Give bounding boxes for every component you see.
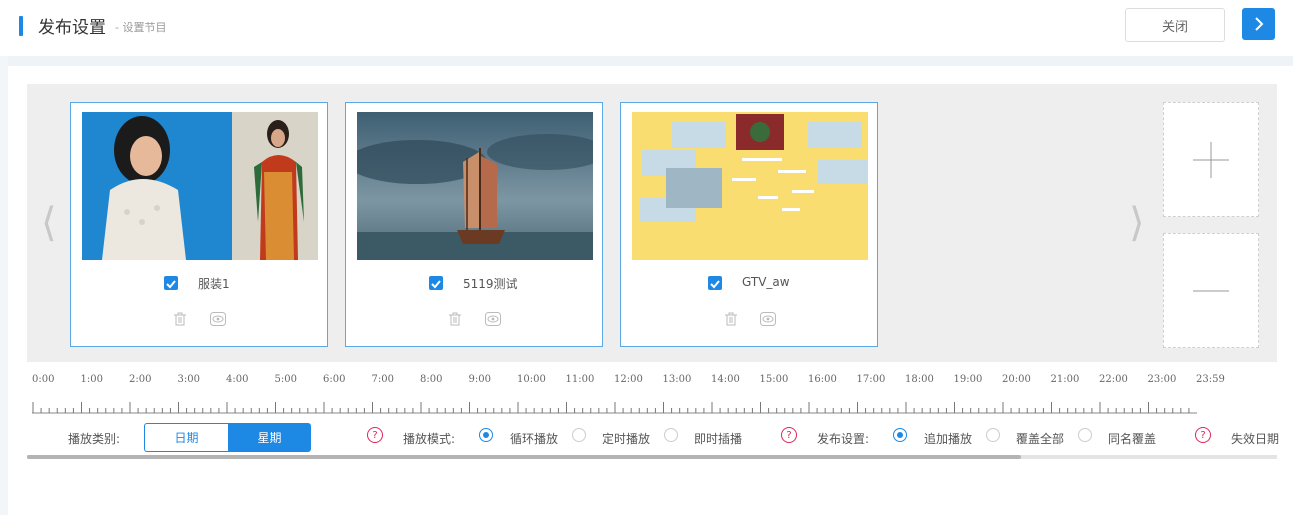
minus-icon <box>1193 290 1229 291</box>
remove-program-button[interactable] <box>1163 233 1259 348</box>
preview-icon[interactable] <box>760 311 776 330</box>
horizontal-scrollbar[interactable] <box>27 455 1277 459</box>
program-name: 5119测试 <box>463 277 518 291</box>
help-icon[interactable]: ? <box>781 427 797 443</box>
time-tick-label: 20:00 <box>1002 374 1031 385</box>
program-thumbnail <box>82 112 318 260</box>
radio-overwrite-same-name[interactable] <box>1078 428 1092 442</box>
program-gallery: ⟨ ⟩ 服装1 5119测试 GTV_aw <box>27 84 1277 362</box>
time-tick-label: 2:00 <box>129 374 152 385</box>
radio-loop-play[interactable] <box>479 428 493 442</box>
radio-overwrite-all[interactable] <box>986 428 1000 442</box>
program-checkbox[interactable] <box>164 276 178 290</box>
time-tick-label: 13:00 <box>662 374 692 385</box>
help-icon[interactable]: ? <box>1195 427 1211 443</box>
close-button[interactable]: 关闭 <box>1125 8 1225 42</box>
option-loop-play[interactable]: 循环播放 <box>510 430 558 447</box>
play-type-date-button[interactable]: 日期 <box>144 423 228 452</box>
trash-icon[interactable] <box>174 311 186 330</box>
program-name: GTV_aw <box>742 275 790 289</box>
play-mode-label: 播放模式: <box>403 432 456 446</box>
time-tick-label: 5:00 <box>274 374 297 385</box>
program-checkbox[interactable] <box>708 276 722 290</box>
preview-icon[interactable] <box>210 311 226 330</box>
help-icon[interactable]: ? <box>367 427 383 443</box>
time-tick-label: 12:00 <box>614 374 643 385</box>
time-tick-label: 10:00 <box>517 374 546 385</box>
program-name: 服装1 <box>198 277 230 291</box>
time-tick-label: 22:00 <box>1099 374 1128 385</box>
time-tick-label: 23:00 <box>1147 374 1177 385</box>
option-append-play[interactable]: 追加播放 <box>924 430 972 447</box>
time-tick-label: 8:00 <box>420 374 443 385</box>
program-thumbnail <box>357 112 593 260</box>
program-card[interactable]: 5119测试 <box>345 102 603 347</box>
trash-icon[interactable] <box>449 311 461 330</box>
time-tick-label: 14:00 <box>711 374 740 385</box>
preview-icon[interactable] <box>485 311 501 330</box>
time-tick-label: 11:00 <box>565 374 595 385</box>
time-tick-label: 18:00 <box>905 374 934 385</box>
option-overwrite-same-name[interactable]: 同名覆盖 <box>1108 430 1156 447</box>
option-instant-play[interactable]: 即时插播 <box>694 430 742 447</box>
time-tick-label: 9:00 <box>468 374 491 385</box>
page-subtitle: - 设置节目 <box>115 21 167 34</box>
time-tick-label: 17:00 <box>856 374 886 385</box>
time-tick-label: 19:00 <box>953 374 983 385</box>
program-checkbox[interactable] <box>429 276 443 290</box>
time-tick-label: 7:00 <box>371 374 394 385</box>
time-tick-label: 15:00 <box>759 374 789 385</box>
time-tick-label: 4:00 <box>226 374 249 385</box>
time-tick-label: 1:00 <box>80 374 103 385</box>
time-tick-label: 16:00 <box>808 374 837 385</box>
add-program-button[interactable] <box>1163 102 1259 217</box>
chevron-right-icon <box>1254 17 1263 31</box>
program-thumbnail <box>632 112 868 260</box>
program-card[interactable]: 服装1 <box>70 102 328 347</box>
scrollbar-thumb[interactable] <box>27 455 1021 459</box>
next-button[interactable] <box>1242 8 1275 40</box>
publish-controls: 播放类别: 日期 星期 ? 播放模式: 循环播放 定时播放 即时插播 ? 发布设… <box>0 423 1293 453</box>
ruler-ticks <box>32 402 1197 414</box>
time-tick-label: 23:59 <box>1196 374 1225 385</box>
program-card[interactable]: GTV_aw <box>620 102 878 347</box>
page-header: 发布设置 - 设置节目 关闭 <box>0 0 1293 56</box>
time-tick-label: 21:00 <box>1050 374 1080 385</box>
publish-setting-label: 发布设置: <box>817 432 870 446</box>
time-tick-label: 0:00 <box>32 374 55 385</box>
time-tick-label: 3:00 <box>177 374 200 385</box>
trash-icon[interactable] <box>725 311 737 330</box>
page-title: 发布设置 <box>38 18 106 38</box>
radio-timed-play[interactable] <box>572 428 586 442</box>
option-overwrite-all[interactable]: 覆盖全部 <box>1016 430 1064 447</box>
title-accent-bar <box>19 16 23 36</box>
radio-append-play[interactable] <box>893 428 907 442</box>
next-arrow-icon[interactable]: ⟩ <box>1129 200 1145 246</box>
expire-date-label: 失效日期 <box>1231 432 1280 446</box>
time-tick-label: 6:00 <box>323 374 346 385</box>
header-divider <box>8 56 1293 66</box>
play-type-label: 播放类别: <box>68 432 121 446</box>
plus-icon <box>1193 141 1229 178</box>
time-ruler: 0:00 1:00 2:00 3:00 4:00 5:00 6:00 7:00 8:00 9:00… <box>0 374 1293 414</box>
prev-arrow-icon[interactable]: ⟨ <box>41 200 57 246</box>
play-type-week-button[interactable]: 星期 <box>228 423 311 452</box>
option-timed-play[interactable]: 定时播放 <box>602 430 650 447</box>
radio-instant-play[interactable] <box>664 428 678 442</box>
